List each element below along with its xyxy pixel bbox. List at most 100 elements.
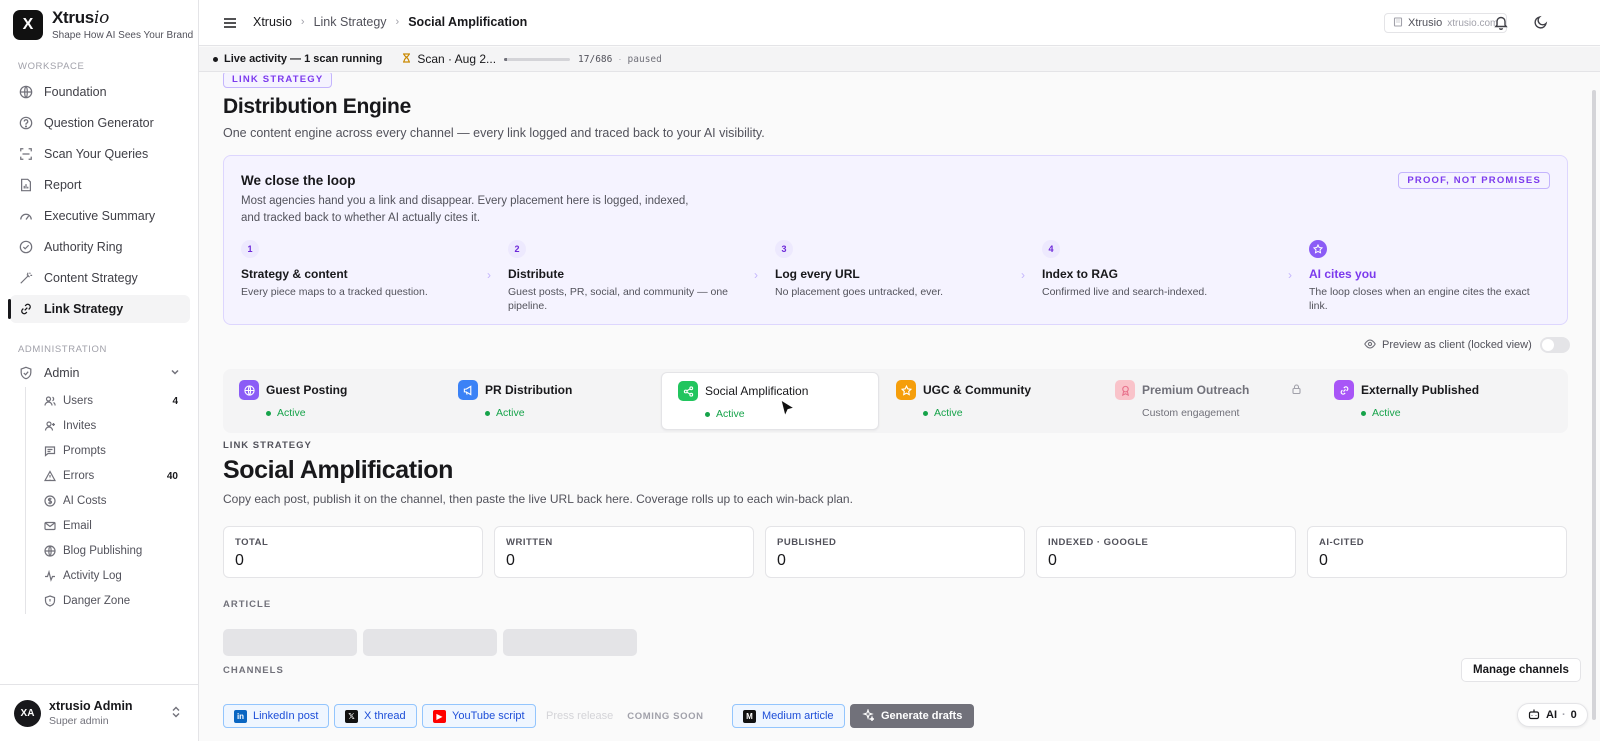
wand-icon — [18, 270, 34, 286]
user-role: Super admin — [49, 715, 109, 727]
sidebar-item-label: Content Strategy — [44, 271, 138, 285]
stat-published: PUBLISHED 0 — [765, 526, 1025, 578]
chevron-down-icon — [170, 366, 180, 380]
loop-title: We close the loop — [241, 173, 356, 188]
article-skeleton — [503, 629, 637, 656]
sidebar-item-authority-ring[interactable]: Authority Ring — [10, 233, 190, 261]
admin-item-email[interactable]: Email — [44, 516, 186, 536]
page-eyebrow: LINK STRATEGY — [223, 73, 333, 88]
admin-item-danger-zone[interactable]: Danger Zone — [44, 591, 186, 611]
admin-item-blog-publishing[interactable]: Blog Publishing — [44, 541, 186, 561]
lock-icon — [1292, 383, 1301, 397]
tab-pr-distribution[interactable]: PR Distribution Active — [442, 372, 660, 430]
preview-toggle-switch[interactable] — [1539, 337, 1570, 353]
errors-count-badge: 40 — [166, 470, 178, 482]
sidebar-item-label: Link Strategy — [44, 302, 124, 316]
manage-channels-button[interactable]: Manage channels — [1461, 658, 1581, 682]
bell-icon[interactable] — [1494, 15, 1508, 33]
ai-assistant-chip[interactable]: AI · 0 — [1517, 703, 1588, 727]
sidebar-item-foundation[interactable]: Foundation — [10, 78, 190, 106]
sidebar-item-label: Foundation — [44, 85, 107, 99]
tab-guest-posting[interactable]: Guest Posting Active — [223, 372, 441, 430]
sidebar-item-admin[interactable]: Admin — [10, 359, 190, 387]
admin-item-prompts[interactable]: Prompts — [44, 441, 186, 461]
user-name: xtrusio Admin — [49, 699, 133, 713]
main-scrollbar[interactable] — [1592, 90, 1596, 720]
admin-submenu: Users 4 Invites Prompts Errors 40 AI Cos… — [25, 387, 185, 614]
link-icon — [1334, 380, 1354, 400]
sidebar-item-scan-your-queries[interactable]: Scan Your Queries — [10, 140, 190, 168]
help-circle-icon — [18, 115, 34, 131]
channel-tabs: Guest Posting Active PR Distribution Act… — [223, 369, 1568, 433]
user-plus-icon — [44, 420, 56, 432]
stat-total: TOTAL 0 — [223, 526, 483, 578]
tab-externally-published[interactable]: Externally Published Active — [1318, 372, 1536, 430]
brand-logo: X — [13, 9, 43, 40]
scan-progress-fill — [504, 57, 507, 61]
breadcrumb: Xtrusio › Link Strategy › Social Amplifi… — [253, 15, 527, 29]
loop-step-4: 4 Index to RAG Confirmed live and search… — [1042, 240, 1282, 300]
breadcrumb-item[interactable]: Xtrusio — [253, 15, 292, 29]
sparkles-icon — [862, 707, 876, 724]
scan-label[interactable]: Scan · Aug 2... — [417, 52, 496, 66]
sidebar-item-content-strategy[interactable]: Content Strategy — [10, 264, 190, 292]
channel-chip-x-thread[interactable]: 𝕏X thread — [334, 704, 417, 728]
bot-icon — [1528, 708, 1540, 723]
article-label: ARTICLE — [223, 599, 272, 610]
channel-chip-medium[interactable]: M Medium article — [732, 704, 845, 728]
section-eyebrow: LINK STRATEGY — [223, 440, 312, 451]
article-skeleton — [363, 629, 497, 656]
live-activity-bar: Live activity — 1 scan running Scan · Au… — [199, 47, 1600, 72]
admin-item-invites[interactable]: Invites — [44, 416, 186, 436]
channel-chip-youtube[interactable]: ▶ YouTube script — [422, 704, 536, 728]
proof-badge: PROOF, NOT PROMISES — [1398, 172, 1550, 189]
admin-item-activity-log[interactable]: Activity Log — [44, 566, 186, 586]
chevron-right-icon: › — [1021, 268, 1025, 282]
tab-ugc-community[interactable]: UGC & Community Active — [880, 372, 1098, 430]
sidebar-item-label: Scan Your Queries — [44, 147, 149, 161]
award-icon — [1115, 380, 1135, 400]
user-menu[interactable]: XA xtrusio Admin Super admin — [0, 684, 199, 741]
file-chart-icon — [18, 177, 34, 193]
main-content: LINK STRATEGY Distribution Engine One co… — [199, 73, 1584, 741]
globe-icon — [239, 380, 259, 400]
scan-count: 17/686 — [578, 53, 613, 65]
stat-indexed-google: INDEXED · GOOGLE 0 — [1036, 526, 1296, 578]
sidebar-item-executive-summary[interactable]: Executive Summary — [10, 202, 190, 230]
share-icon — [678, 381, 698, 401]
menu-icon[interactable] — [223, 16, 237, 33]
admin-item-errors[interactable]: Errors 40 — [44, 466, 186, 486]
sidebar-item-report[interactable]: Report — [10, 171, 190, 199]
admin-item-users[interactable]: Users 4 — [44, 391, 186, 411]
tab-social-amplification[interactable]: Social Amplification Active — [661, 372, 879, 430]
sidebar-item-link-strategy[interactable]: Link Strategy — [8, 295, 190, 323]
channel-chip-linkedin[interactable]: in LinkedIn post — [223, 704, 330, 728]
live-activity-text: Live activity — 1 scan running — [224, 53, 383, 65]
building-icon — [1393, 16, 1403, 30]
brand[interactable]: X Xtrusio Shape How AI Sees Your Brand — [13, 8, 193, 41]
channel-chip-press-release: Press release COMING SOON — [546, 710, 704, 722]
chevron-right-icon: › — [300, 16, 305, 28]
breadcrumb-item[interactable]: Link Strategy — [314, 15, 387, 29]
stat-written: WRITTEN 0 — [494, 526, 754, 578]
chevron-right-icon: › — [1288, 268, 1292, 282]
scan-progress-bar — [504, 57, 571, 61]
generate-drafts-button[interactable]: Generate drafts — [850, 704, 975, 728]
loop-step-3: 3 Log every URL No placement goes untrac… — [775, 240, 1015, 300]
moon-icon[interactable] — [1534, 15, 1548, 32]
sidebar-item-question-generator[interactable]: Question Generator — [10, 109, 190, 137]
tab-premium-outreach[interactable]: Premium Outreach Custom engagement — [1099, 372, 1317, 430]
x-logo-icon: 𝕏 — [345, 709, 358, 723]
administration-section-label: ADMINISTRATION — [18, 344, 107, 355]
preview-as-client[interactable]: Preview as client (locked view) — [1364, 337, 1570, 353]
link-icon — [18, 301, 34, 317]
shield-icon — [18, 365, 34, 381]
loop-step-1: 1 Strategy & content Every piece maps to… — [241, 240, 481, 300]
dollar-circle-icon — [44, 495, 56, 507]
chevrons-up-down-icon — [171, 706, 181, 721]
mail-icon — [44, 520, 56, 532]
workspace-switcher[interactable]: Xtrusio xtrusio.com — [1384, 13, 1508, 33]
star-icon — [896, 380, 916, 400]
admin-item-ai-costs[interactable]: AI Costs — [44, 491, 186, 511]
mouse-cursor-icon — [780, 398, 796, 422]
